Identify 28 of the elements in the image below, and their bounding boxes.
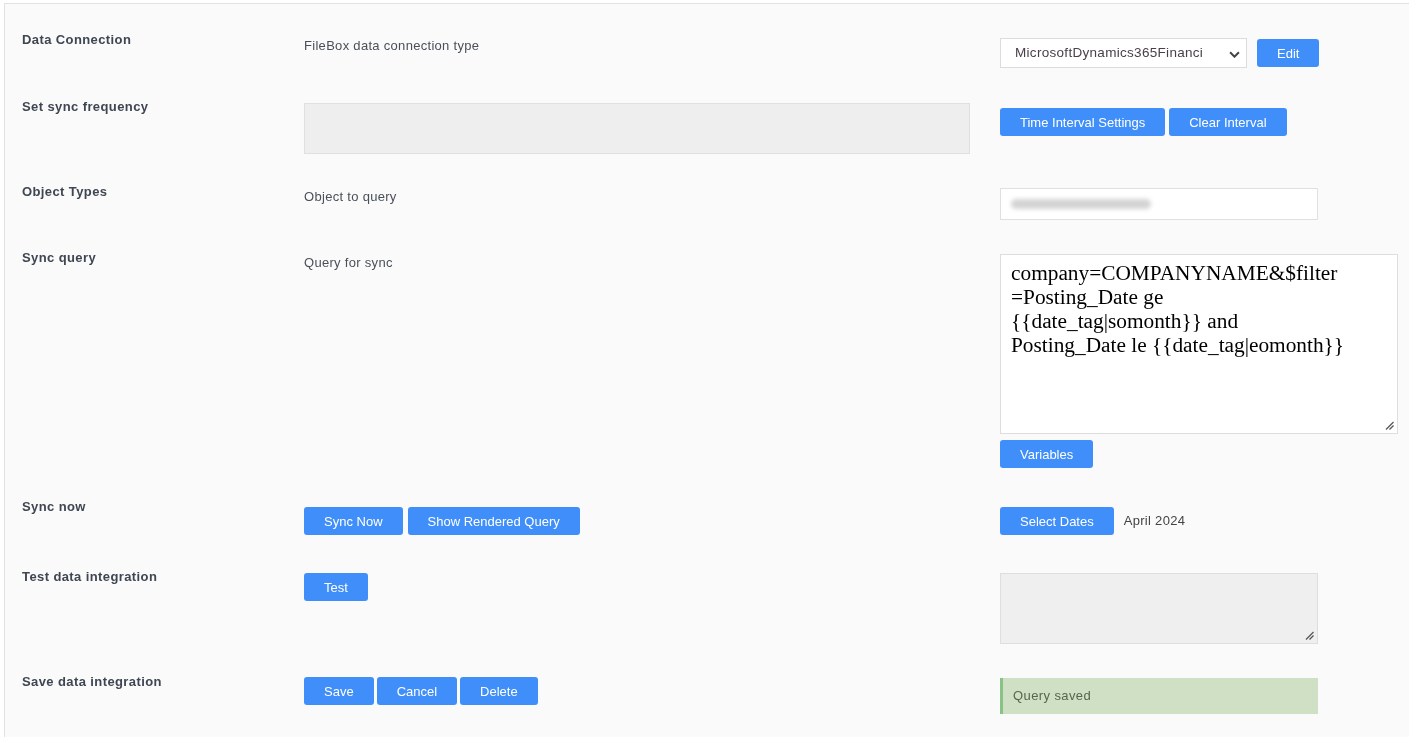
action-button[interactable]: Variables xyxy=(1000,440,1094,468)
action-button[interactable]: Edit xyxy=(1257,39,1320,67)
field-label: Object Types xyxy=(22,184,108,200)
success-alert: Query saved xyxy=(1000,678,1318,714)
action-button[interactable]: Test xyxy=(304,573,368,601)
field-label: Save data integration xyxy=(22,674,162,690)
field-description: Object to query xyxy=(304,189,397,205)
field-label: Set sync frequency xyxy=(22,99,149,115)
action-button[interactable]: Delete xyxy=(460,677,538,705)
text-area-field[interactable]: company=COMPANYNAME&$filter=Posting_Date ge {{date_tag|somonth}} and Posting_Date le {{date_tag|eomonth}} xyxy=(1000,254,1398,434)
resize-handle-icon[interactable] xyxy=(1385,421,1394,430)
action-button[interactable]: Show Rendered Query xyxy=(407,507,580,535)
field-label: Data Connection xyxy=(22,32,132,48)
action-button[interactable]: Clear Interval xyxy=(1169,108,1287,136)
field-description: April 2024 xyxy=(1123,513,1186,529)
action-button[interactable]: Cancel xyxy=(376,677,458,705)
action-button[interactable]: Sync Now xyxy=(304,507,403,535)
input-field[interactable] xyxy=(1000,188,1318,220)
field-label: Sync query xyxy=(22,250,97,266)
field-label: Sync now xyxy=(22,499,86,515)
dropdown[interactable]: MicrosoftDynamics365Financi xyxy=(1000,38,1247,68)
field-description: FileBox data connection type xyxy=(304,38,480,54)
action-button[interactable]: Save xyxy=(304,677,374,705)
chevron-down-icon xyxy=(1229,51,1240,58)
action-button[interactable]: Time Interval Settings xyxy=(1000,108,1166,136)
field-label: Test data integration xyxy=(22,569,158,585)
action-button[interactable]: Select Dates xyxy=(1000,507,1114,535)
field-description: Query for sync xyxy=(304,255,393,271)
